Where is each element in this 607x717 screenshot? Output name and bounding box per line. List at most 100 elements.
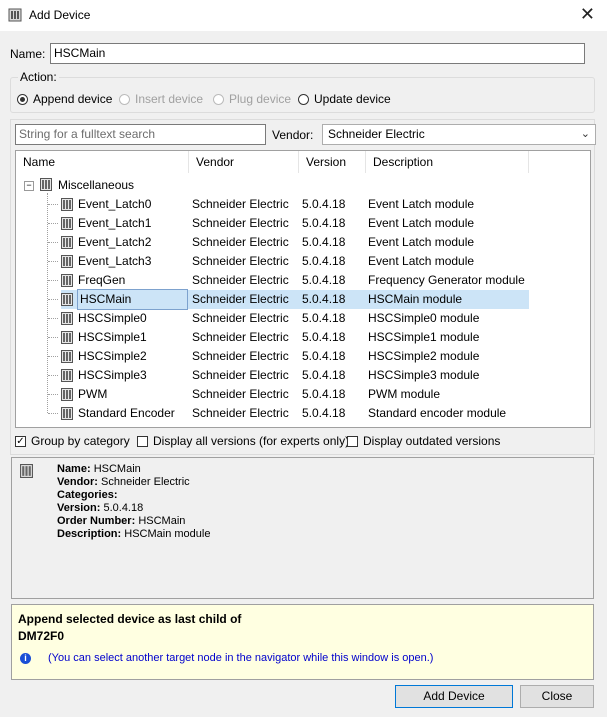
table-row[interactable]: Event_Latch3 Schneider Electric 5.0.4.18 Ev… — [16, 252, 590, 271]
device-icon — [20, 464, 33, 478]
device-icon — [61, 407, 73, 420]
tree-line — [48, 356, 58, 357]
checkbox-label: Display outdated versions — [363, 434, 501, 448]
vendor-select[interactable]: Schneider Electric ⌄ — [322, 124, 596, 145]
tree-line — [48, 242, 58, 243]
row-description: Event Latch module — [368, 216, 475, 230]
row-vendor: Schneider Electric — [192, 387, 289, 401]
target-line: Append selected device as last child of — [18, 612, 242, 626]
radio-append-device[interactable]: Append device — [17, 92, 112, 106]
radio-dot — [213, 93, 224, 105]
table-row[interactable]: HSCSimple1 Schneider Electric 5.0.4.18 HSCS… — [16, 328, 590, 347]
tree-line — [48, 223, 58, 224]
table-row[interactable]: HSCSimple2 Schneider Electric 5.0.4.18 HSCS… — [16, 347, 590, 366]
tree-line — [48, 375, 58, 376]
row-version: 5.0.4.18 — [302, 292, 346, 306]
name-label: Name: — [10, 47, 46, 61]
row-version: 5.0.4.18 — [302, 368, 346, 382]
column-header-description[interactable]: Description — [366, 151, 529, 173]
table-row[interactable]: Event_Latch0 Schneider Electric 5.0.4.18 Ev… — [16, 195, 590, 214]
row-name: Standard Encoder — [78, 406, 175, 420]
target-hint: (You can select another target node in t… — [48, 652, 434, 664]
title-bar: Add Device ✕ — [0, 0, 607, 31]
row-version: 5.0.4.18 — [302, 254, 346, 268]
target-panel: Append selected device as last child of … — [11, 604, 594, 680]
row-vendor: Schneider Electric — [192, 368, 289, 382]
category-icon — [40, 178, 52, 191]
row-version: 5.0.4.18 — [302, 197, 346, 211]
row-version: 5.0.4.18 — [302, 387, 346, 401]
tree-line — [48, 299, 58, 300]
row-description: HSCSimple0 module — [368, 311, 480, 325]
row-name: Event_Latch1 — [78, 216, 152, 230]
row-name: HSCSimple2 — [78, 349, 147, 363]
row-description: HSCSimple2 module — [368, 349, 480, 363]
row-name: FreqGen — [78, 273, 126, 287]
tree-line — [48, 318, 58, 319]
row-vendor: Schneider Electric — [192, 235, 289, 249]
display-outdated-checkbox[interactable]: Display outdated versions — [347, 434, 500, 448]
radio-dot — [119, 93, 130, 105]
column-header-version[interactable]: Version — [299, 151, 366, 173]
tree-line — [48, 261, 58, 262]
row-vendor: Schneider Electric — [192, 273, 289, 287]
tree-line — [48, 413, 58, 414]
row-version: 5.0.4.18 — [302, 235, 346, 249]
close-button[interactable]: Close — [520, 685, 594, 708]
table-row[interactable]: FreqGen Schneider Electric 5.0.4.18 Frequen… — [16, 271, 590, 290]
name-field[interactable]: HSCMain — [50, 43, 585, 64]
table-row[interactable]: Event_Latch2 Schneider Electric 5.0.4.18 Ev… — [16, 233, 590, 252]
column-header-name[interactable]: Name — [16, 151, 189, 173]
table-row[interactable]: HSCMain Schneider Electric 5.0.4.18 HSCMain… — [16, 289, 590, 310]
tree-line — [48, 204, 58, 205]
search-input[interactable]: String for a fulltext search — [15, 124, 266, 145]
radio-insert-device[interactable]: Insert device — [119, 92, 203, 106]
row-name: Event_Latch2 — [78, 235, 152, 249]
row-name: HSCMain — [77, 289, 188, 310]
table-row[interactable]: HSCSimple3 Schneider Electric 5.0.4.18 HSCS… — [16, 366, 590, 385]
display-all-versions-checkbox[interactable]: Display all versions (for experts only) — [137, 434, 349, 448]
group-by-category-checkbox[interactable]: ✓ Group by category — [15, 434, 130, 448]
row-version: 5.0.4.18 — [302, 330, 346, 344]
row-version: 5.0.4.18 — [302, 216, 346, 230]
row-vendor: Schneider Electric — [192, 216, 289, 230]
checkbox-box — [347, 435, 358, 447]
row-version: 5.0.4.18 — [302, 311, 346, 325]
info-icon: i — [20, 653, 31, 664]
row-description: Frequency Generator module — [368, 273, 525, 287]
column-header-vendor[interactable]: Vendor — [189, 151, 299, 173]
device-icon — [61, 369, 73, 382]
tree-line — [48, 337, 58, 338]
vendor-selected-value: Schneider Electric — [328, 127, 425, 141]
row-vendor: Schneider Electric — [192, 406, 289, 420]
row-name: Event_Latch0 — [78, 197, 152, 211]
row-vendor: Schneider Electric — [192, 330, 289, 344]
device-icon — [61, 274, 73, 287]
radio-dot — [17, 93, 28, 105]
row-description: PWM module — [368, 387, 441, 401]
checkbox-box — [137, 435, 148, 447]
table-row[interactable]: HSCSimple0 Schneider Electric 5.0.4.18 HSCS… — [16, 309, 590, 328]
radio-plug-device[interactable]: Plug device — [213, 92, 291, 106]
device-icon — [61, 217, 73, 230]
close-icon[interactable]: ✕ — [580, 4, 595, 24]
info-categories: Categories: — [57, 489, 118, 501]
row-vendor: Schneider Electric — [192, 254, 289, 268]
device-icon — [61, 255, 73, 268]
add-device-button[interactable]: Add Device — [395, 685, 513, 708]
device-icon — [61, 312, 73, 325]
radio-update-device[interactable]: Update device — [298, 92, 391, 106]
row-version: 5.0.4.18 — [302, 349, 346, 363]
category-label[interactable]: Miscellaneous — [58, 176, 134, 194]
info-version: Version: 5.0.4.18 — [57, 502, 144, 514]
table-row[interactable]: Event_Latch1 Schneider Electric 5.0.4.18 Ev… — [16, 214, 590, 233]
row-name: Event_Latch3 — [78, 254, 152, 268]
collapse-icon[interactable]: − — [24, 181, 34, 191]
checkbox-label: Group by category — [31, 434, 130, 448]
checkbox-box: ✓ — [15, 435, 26, 447]
table-row[interactable]: Standard Encoder Schneider Electric 5.0.4.… — [16, 404, 590, 423]
device-tree[interactable]: Name Vendor Version Description − Miscel… — [15, 150, 591, 428]
chevron-down-icon: ⌄ — [580, 128, 590, 140]
table-row[interactable]: PWM Schneider Electric 5.0.4.18 PWM module — [16, 385, 590, 404]
row-description: HSCSimple1 module — [368, 330, 480, 344]
